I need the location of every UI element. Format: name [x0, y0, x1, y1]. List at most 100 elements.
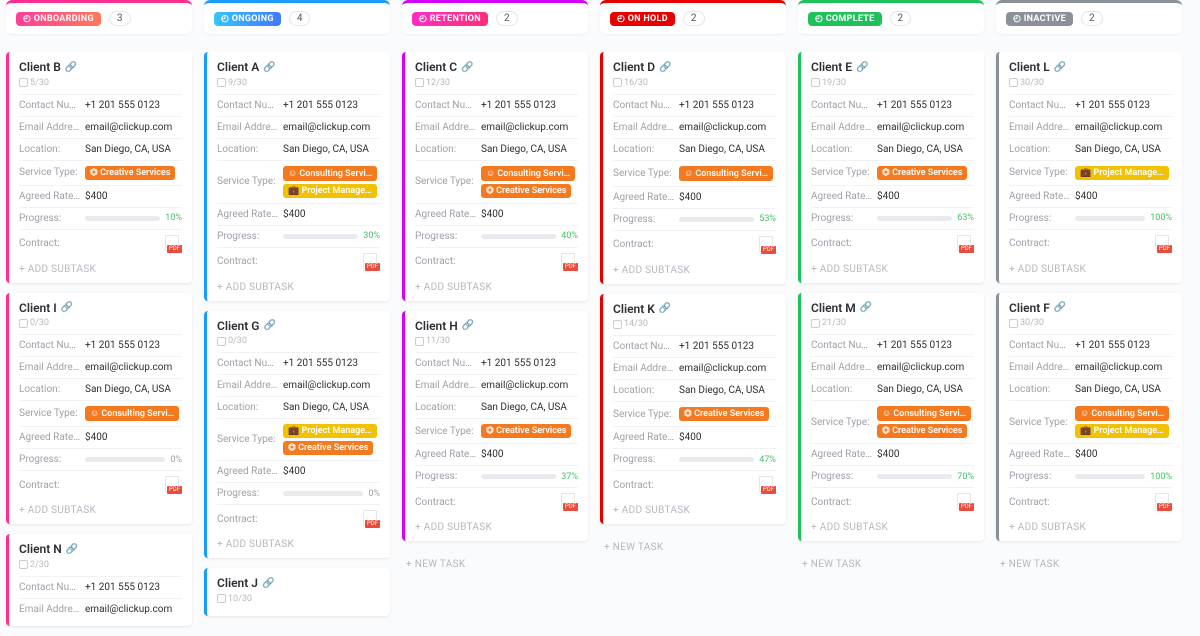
add-subtask-button[interactable]: + ADD SUBTASK — [415, 516, 578, 535]
contact-value: +1 201 555 0123 — [1075, 340, 1150, 351]
task-card[interactable]: Client E 🔗19/30Contact Nu…+1 201 555 012… — [798, 52, 984, 283]
field-contact: Contact Nu…+1 201 555 0123 — [415, 352, 578, 374]
pdf-icon[interactable]: PDF — [162, 476, 182, 494]
status-pill[interactable]: ◴ INACTIVE — [1006, 12, 1073, 26]
service-tag[interactable]: ☺ Consulting Servi… — [283, 166, 377, 181]
field-location: Location:San Diego, CA, USA — [217, 138, 380, 160]
status-pill[interactable]: ◴ RETENTION — [412, 12, 488, 26]
pdf-icon[interactable]: PDF — [558, 253, 578, 271]
service-tag[interactable]: ⏣ Creative Services — [877, 424, 967, 438]
column-on-hold: ◴ ON HOLD2 Client D 🔗16/30Contact Nu…+1 2… — [600, 0, 786, 636]
task-card[interactable]: Client F 🔗30/30Contact Nu…+1 201 555 012… — [996, 293, 1182, 542]
pdf-icon[interactable]: PDF — [756, 476, 776, 494]
field-contact: Contact Nu…+1 201 555 0123 — [811, 94, 974, 116]
pdf-icon[interactable]: PDF — [954, 493, 974, 511]
task-card[interactable]: Client L 🔗30/30Contact Nu…+1 201 555 012… — [996, 52, 1182, 283]
new-task-button[interactable]: + NEW TASK — [798, 551, 984, 578]
service-tag[interactable]: 💼 Project Manage… — [283, 184, 377, 198]
field-contract: Contract:PDF — [19, 229, 182, 258]
field-email: Email Addre…email@clickup.com — [19, 598, 182, 620]
status-pill[interactable]: ◴ ON HOLD — [610, 12, 675, 26]
task-card[interactable]: Client A 🔗9/30Contact Nu…+1 201 555 0123… — [204, 52, 390, 301]
pdf-icon[interactable]: PDF — [756, 236, 776, 254]
add-subtask-button[interactable]: + ADD SUBTASK — [811, 258, 974, 277]
field-contract: Contract:PDF — [613, 470, 776, 499]
new-task-button[interactable]: + NEW TASK — [402, 551, 588, 578]
new-task-button[interactable]: + NEW TASK — [600, 534, 786, 561]
add-subtask-button[interactable]: + ADD SUBTASK — [19, 258, 182, 277]
email-value: email@clickup.com — [679, 363, 766, 374]
add-subtask-button[interactable]: + ADD SUBTASK — [613, 499, 776, 518]
task-card[interactable]: Client K 🔗14/30Contact Nu…+1 201 555 012… — [600, 294, 786, 525]
email-value: email@clickup.com — [1075, 122, 1162, 133]
column-header: ◴ ON HOLD2 — [600, 0, 786, 34]
add-subtask-button[interactable]: + ADD SUBTASK — [1009, 516, 1172, 535]
pdf-icon[interactable]: PDF — [162, 235, 182, 253]
pdf-icon[interactable]: PDF — [558, 493, 578, 511]
card-title: Client N 🔗 — [19, 542, 182, 556]
contact-value: +1 201 555 0123 — [283, 100, 358, 111]
email-value: email@clickup.com — [877, 122, 964, 133]
status-pill[interactable]: ◴ ONBOARDING — [16, 12, 101, 26]
service-tag[interactable]: ⏣ Creative Services — [877, 166, 967, 180]
task-card[interactable]: Client H 🔗11/30Contact Nu…+1 201 555 012… — [402, 311, 588, 542]
pdf-icon[interactable]: PDF — [360, 510, 380, 528]
service-tag[interactable]: ⏣ Creative Services — [283, 441, 373, 455]
add-subtask-button[interactable]: + ADD SUBTASK — [811, 516, 974, 535]
add-subtask-button[interactable]: + ADD SUBTASK — [1009, 258, 1172, 277]
contact-value: +1 201 555 0123 — [679, 100, 754, 111]
add-subtask-button[interactable]: + ADD SUBTASK — [19, 499, 182, 518]
column-count: 2 — [496, 11, 518, 26]
field-contract: Contract:PDF — [811, 487, 974, 516]
add-subtask-button[interactable]: + ADD SUBTASK — [217, 276, 380, 295]
task-card[interactable]: Client C 🔗12/30Contact Nu…+1 201 555 012… — [402, 52, 588, 301]
service-tag[interactable]: ☺ Consulting Servi… — [1075, 406, 1169, 421]
service-tag[interactable]: ⏣ Creative Services — [679, 407, 769, 421]
field-service: Service Type:⏣ Creative Services — [613, 401, 776, 426]
service-tag[interactable]: ⏣ Creative Services — [85, 166, 175, 180]
field-rate: Agreed Rate…$400 — [415, 203, 578, 225]
service-tag[interactable]: ☺ Consulting Servi… — [679, 166, 773, 181]
task-card[interactable]: Client D 🔗16/30Contact Nu…+1 201 555 012… — [600, 52, 786, 284]
rate-value: $400 — [679, 432, 701, 443]
add-subtask-button[interactable]: + ADD SUBTASK — [217, 533, 380, 552]
service-tag[interactable]: 💼 Project Manage… — [283, 424, 377, 438]
contact-value: +1 201 555 0123 — [283, 358, 358, 369]
add-subtask-button[interactable]: + ADD SUBTASK — [613, 259, 776, 278]
field-email: Email Addre…email@clickup.com — [415, 116, 578, 138]
status-pill[interactable]: ◴ COMPLETE — [808, 12, 882, 26]
service-tag[interactable]: 💼 Project Manage… — [1075, 424, 1169, 438]
task-card[interactable]: Client B 🔗5/30Contact Nu…+1 201 555 0123… — [6, 52, 192, 283]
service-tag[interactable]: ☺ Consulting Servi… — [877, 406, 971, 421]
task-card[interactable]: Client G 🔗0/30Contact Nu…+1 201 555 0123… — [204, 311, 390, 559]
pdf-icon[interactable]: PDF — [1152, 235, 1172, 253]
task-card[interactable]: Client J 🔗10/30 — [204, 568, 390, 616]
field-service: Service Type:💼 Project Manage… — [1009, 160, 1172, 185]
column-count: 2 — [1081, 11, 1103, 26]
service-tag[interactable]: ☺ Consulting Servi… — [481, 166, 575, 181]
card-title: Client J 🔗 — [217, 576, 380, 590]
task-card[interactable]: Client N 🔗2/30Contact Nu…+1 201 555 0123… — [6, 534, 192, 626]
field-contact: Contact Nu…+1 201 555 0123 — [613, 335, 776, 357]
rate-value: $400 — [877, 191, 899, 202]
paperclip-icon: 🔗 — [263, 62, 275, 73]
field-contact: Contact Nu…+1 201 555 0123 — [1009, 94, 1172, 116]
service-tag[interactable]: ⏣ Creative Services — [481, 424, 571, 438]
pdf-icon[interactable]: PDF — [1152, 493, 1172, 511]
service-tag[interactable]: 💼 Project Manage… — [1075, 166, 1169, 180]
service-tag[interactable]: ☺ Consulting Servi… — [85, 406, 179, 421]
field-service: Service Type:⏣ Creative Services — [19, 160, 182, 185]
service-tag[interactable]: ⏣ Creative Services — [481, 184, 571, 198]
new-task-button[interactable]: + NEW TASK — [996, 551, 1182, 578]
card-title: Client G 🔗 — [217, 319, 380, 333]
pdf-icon[interactable]: PDF — [360, 253, 380, 271]
status-pill[interactable]: ◴ ONGOING — [214, 12, 281, 26]
add-subtask-button[interactable]: + ADD SUBTASK — [415, 276, 578, 295]
progress-value: 100% — [1150, 472, 1172, 482]
column-onboarding: ◴ ONBOARDING3Client B 🔗5/30Contact Nu…+1… — [6, 0, 192, 636]
task-card[interactable]: Client M 🔗21/30Contact Nu…+1 201 555 012… — [798, 293, 984, 542]
pdf-icon[interactable]: PDF — [954, 235, 974, 253]
card-title: Client L 🔗 — [1009, 60, 1172, 74]
task-card[interactable]: Client I 🔗0/30Contact Nu…+1 201 555 0123… — [6, 293, 192, 525]
email-value: email@clickup.com — [481, 122, 568, 133]
